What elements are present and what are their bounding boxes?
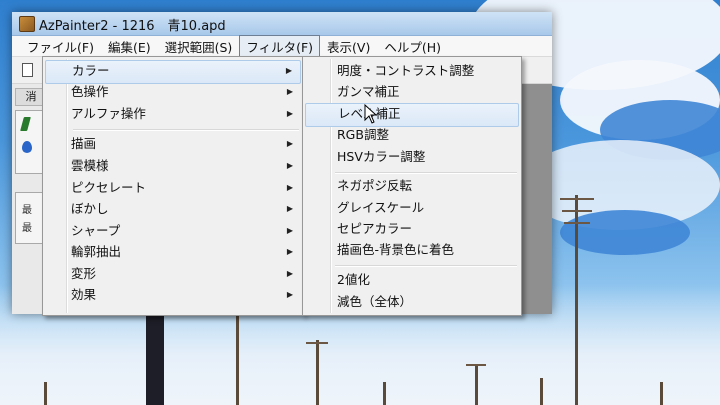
menu-filter[interactable]: フィルタ(F) [239, 34, 321, 58]
submenu-arrow-icon: ▶ [286, 139, 293, 148]
utility-pole [540, 378, 543, 405]
utility-pole [316, 340, 319, 405]
filter-menu-item-clouds[interactable]: 雲模様 ▶ [45, 155, 301, 177]
title-bar[interactable]: AzPainter2 - 1216 青10.apd [12, 12, 552, 36]
menu-separator [73, 129, 299, 131]
filter-menu-item-sharpen[interactable]: シャープ ▶ [45, 220, 301, 242]
utility-pole-crossbar [562, 210, 592, 212]
utility-pole [575, 195, 578, 405]
submenu-arrow-icon: ▶ [286, 161, 293, 170]
menu-edit[interactable]: 編集(E) [101, 35, 158, 58]
cloud-decoration [560, 210, 690, 255]
color-item-invert[interactable]: ネガポジ反転 [305, 175, 519, 197]
submenu-arrow-icon: ▶ [286, 87, 293, 96]
filter-menu-item-blur[interactable]: ぼかし ▶ [45, 198, 301, 220]
menu-view[interactable]: 表示(V) [320, 35, 377, 58]
menu-item-label: 変形 [71, 266, 97, 281]
submenu-arrow-icon: ▶ [286, 183, 293, 192]
menu-item-label: カラー [72, 63, 110, 78]
menu-item-label: シャープ [71, 223, 121, 238]
pen-tool-icon[interactable] [20, 117, 31, 131]
color-item-reduce-colors[interactable]: 減色（全体） [305, 291, 519, 313]
menu-bar: ファイル(F) 編集(E) 選択範囲(S) フィルタ(F) 表示(V) ヘルプ(… [12, 34, 552, 58]
filter-menu-item-transform[interactable]: 変形 ▶ [45, 263, 301, 285]
utility-pole [475, 364, 478, 405]
submenu-arrow-icon: ▶ [286, 290, 293, 299]
filter-menu-item-draw[interactable]: 描画 ▶ [45, 133, 301, 155]
submenu-arrow-icon: ▶ [286, 204, 293, 213]
menu-item-label: 雲模様 [71, 158, 109, 173]
filter-menu-item-color-ops[interactable]: 色操作 ▶ [45, 81, 301, 103]
menu-help[interactable]: ヘルプ(H) [377, 35, 448, 58]
menu-item-label: 効果 [71, 287, 97, 302]
menu-item-label: 色操作 [71, 84, 109, 99]
menu-item-label: ぼかし [71, 201, 109, 216]
window-title: AzPainter2 - 1216 青10.apd [39, 19, 226, 34]
submenu-arrow-icon: ▶ [286, 269, 293, 278]
color-submenu: 明度・コントラスト調整 ガンマ補正 レベル補正 RGB調整 HSVカラー調整 ネ… [302, 56, 522, 316]
menu-separator [335, 265, 517, 267]
utility-pole-crossbar [466, 364, 486, 366]
utility-pole [383, 382, 386, 405]
utility-pole-crossbar [560, 198, 594, 200]
filter-menu-item-effects[interactable]: 効果 ▶ [45, 284, 301, 306]
utility-pole [660, 382, 663, 405]
filter-menu: カラー ▶ 色操作 ▶ アルファ操作 ▶ 描画 ▶ 雲模様 ▶ ピクセレート ▶… [42, 56, 304, 316]
color-item-brightness-contrast[interactable]: 明度・コントラスト調整 [305, 60, 519, 82]
utility-pole-crossbar [306, 342, 328, 344]
submenu-arrow-icon: ▶ [286, 109, 293, 118]
utility-pole [44, 382, 47, 405]
color-item-hsv[interactable]: HSVカラー調整 [305, 146, 519, 168]
mouse-pointer-icon [364, 104, 378, 124]
color-item-grayscale[interactable]: グレイスケール [305, 197, 519, 219]
color-item-colorize[interactable]: 描画色-背景色に着色 [305, 239, 519, 261]
menu-item-label: アルファ操作 [71, 106, 146, 121]
submenu-arrow-icon: ▶ [286, 226, 293, 235]
menu-file[interactable]: ファイル(F) [20, 35, 101, 58]
menu-item-label: ピクセレート [71, 180, 147, 195]
menu-selection[interactable]: 選択範囲(S) [158, 35, 240, 58]
filter-menu-item-alpha-ops[interactable]: アルファ操作 ▶ [45, 103, 301, 125]
utility-pole-crossbar [564, 222, 590, 224]
color-item-sepia[interactable]: セピアカラー [305, 218, 519, 240]
utility-pole [236, 314, 239, 405]
submenu-arrow-icon: ▶ [285, 66, 292, 75]
document-icon[interactable] [22, 63, 33, 77]
color-item-binarize[interactable]: 2値化 [305, 269, 519, 291]
menu-item-label: 描画 [71, 136, 97, 151]
option-label: 最 [22, 205, 32, 216]
submenu-arrow-icon: ▶ [286, 247, 293, 256]
fill-tool-icon[interactable] [22, 141, 32, 153]
option-label: 最 [22, 223, 32, 234]
filter-menu-item-pixelate[interactable]: ピクセレート ▶ [45, 177, 301, 199]
color-item-rgb[interactable]: RGB調整 [305, 124, 519, 146]
character-leg-shadow [146, 314, 164, 405]
menu-separator [335, 172, 517, 174]
menu-item-label: 輪郭抽出 [71, 244, 122, 259]
filter-menu-item-edge-detect[interactable]: 輪郭抽出 ▶ [45, 241, 301, 263]
azpainter-app-icon [19, 16, 35, 32]
color-item-gamma[interactable]: ガンマ補正 [305, 81, 519, 103]
